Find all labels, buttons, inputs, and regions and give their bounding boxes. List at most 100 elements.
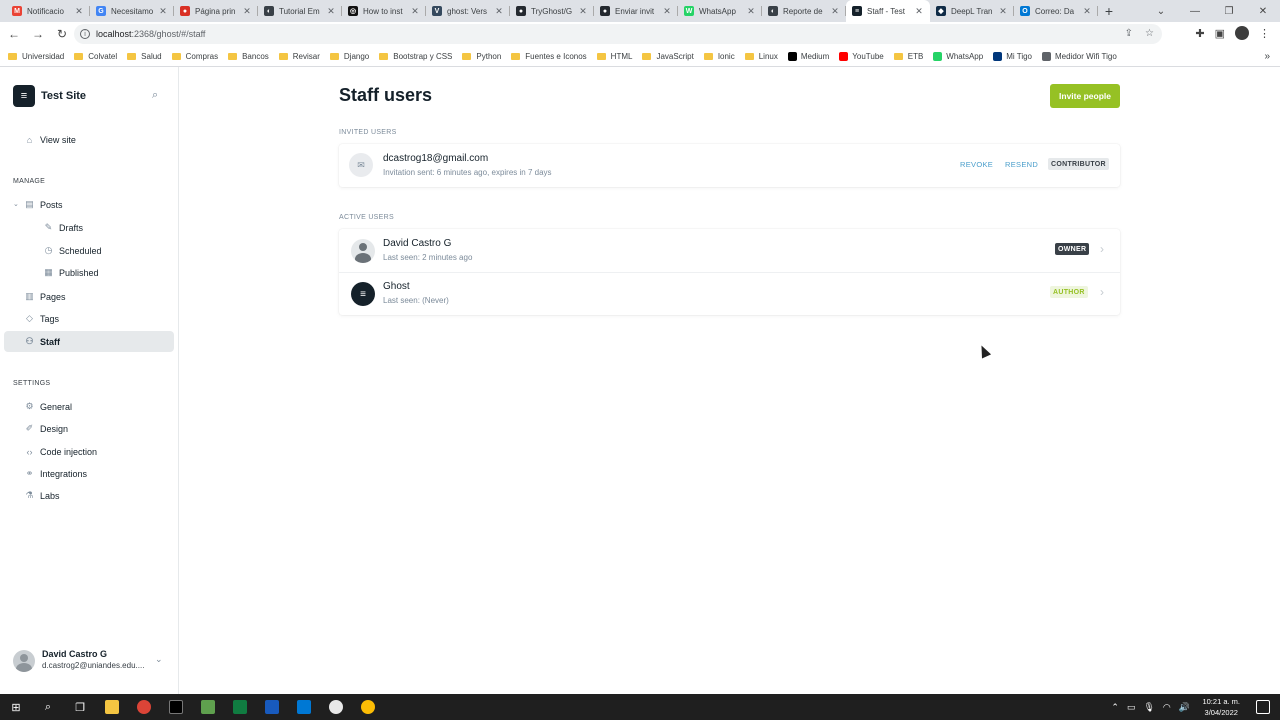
profile-avatar[interactable] [1235,26,1249,40]
back-icon[interactable]: ← [4,24,24,44]
revoke-button[interactable]: REVOKE [960,160,993,169]
close-icon[interactable]: ✕ [494,6,504,17]
sidebar-item-view-site[interactable]: ⌂ View site [4,129,174,150]
bookmark-item[interactable]: Mi Tigo [993,51,1032,61]
bookmark-item[interactable]: Colvatel [74,52,117,61]
nodejs-icon[interactable] [192,694,224,720]
new-tab-button[interactable]: + [1098,0,1120,22]
app-icon[interactable] [320,694,352,720]
bookmarks-overflow-icon[interactable]: » [1264,51,1270,62]
bookmark-item[interactable]: Universidad [8,52,64,61]
bookmark-item[interactable]: Fuentes e Iconos [511,52,587,61]
ghost-logo-icon[interactable]: ≡ [13,85,35,107]
terminal-icon[interactable] [160,694,192,720]
close-icon[interactable]: ✕ [410,6,420,17]
sidebar-item-pages[interactable]: ▥ Pages [4,286,174,307]
bookmark-item[interactable]: ETB [893,52,923,61]
browser-tab[interactable]: ◆ DeepL Tran ✕ [930,0,1014,22]
close-icon[interactable]: ✕ [830,6,840,17]
address-bar[interactable]: i localhost:2368/ghost/#/staff ⇪ ☆ [74,24,1162,44]
excel-icon[interactable] [224,694,256,720]
extensions-icon[interactable]: ✚ [1195,27,1204,40]
microphone-icon[interactable]: 🎙 [1143,702,1154,713]
bookmark-item[interactable]: WhatsApp [933,51,983,61]
browser-tab[interactable]: O Correo: Da ✕ [1014,0,1098,22]
browser-tab[interactable]: W WhatsApp ✕ [678,0,762,22]
word-icon[interactable] [256,694,288,720]
bookmark-item[interactable]: Medidor Wifi Tigo [1042,51,1117,61]
browser-tab[interactable]: ● Página prin ✕ [174,0,258,22]
sidebar-item-integrations[interactable]: ⚭ Integrations [4,463,174,484]
sidebar-item-published[interactable]: ▦ Published [4,262,174,283]
sidebar-item-labs[interactable]: ⚗ Labs [4,485,174,506]
tab-search-icon[interactable]: ⌄ [1144,0,1178,22]
site-info-icon[interactable]: i [80,29,90,39]
forward-icon[interactable]: → [28,24,48,44]
battery-icon[interactable]: ▭ [1127,702,1136,713]
bookmark-item[interactable]: Linux [744,52,778,61]
close-icon[interactable]: ✕ [914,6,924,17]
bookmark-item[interactable]: JavaScript [642,52,694,61]
windows-start-icon[interactable]: ⊞ [0,694,32,720]
chrome-icon[interactable] [128,694,160,720]
sidebar-item-tags[interactable]: ◇ Tags [4,308,174,329]
clock[interactable]: 10:21 a. m. 3/04/2022 [1202,696,1240,718]
browser-tab[interactable]: ● TryGhost/G ✕ [510,0,594,22]
close-icon[interactable]: ✕ [74,6,84,17]
restore-icon[interactable]: ❐ [1212,0,1246,22]
bookmark-item[interactable]: Revisar [278,52,320,61]
bookmark-item[interactable]: Bootstrap y CSS [379,52,452,61]
close-icon[interactable]: ✕ [1246,0,1280,22]
bookmark-item[interactable]: Django [329,52,369,61]
side-panel-icon[interactable]: ▣ [1215,27,1225,40]
close-icon[interactable]: ✕ [998,6,1008,17]
chevron-up-icon[interactable]: ⌃ [1111,702,1119,713]
close-icon[interactable]: ✕ [326,6,336,17]
chrome-icon[interactable] [352,694,384,720]
close-icon[interactable]: ✕ [662,6,672,17]
user-menu[interactable]: David Castro G d.castrog2@uniandes.edu..… [13,646,168,676]
bookmark-star-icon[interactable]: ☆ [1145,28,1154,39]
resend-button[interactable]: RESEND [1005,160,1038,169]
close-icon[interactable]: ✕ [1082,6,1092,17]
reload-icon[interactable]: ↻ [52,24,72,44]
sidebar-item-code-injection[interactable]: ‹› Code injection [4,441,174,462]
bookmark-item[interactable]: HTML [596,52,632,61]
sidebar-item-drafts[interactable]: ✎ Drafts [4,217,174,238]
task-view-icon[interactable]: ❐ [64,694,96,720]
site-name[interactable]: Test Site [41,90,86,102]
browser-tab[interactable]: ◎ How to inst ✕ [342,0,426,22]
menu-icon[interactable]: ⋮ [1259,27,1270,40]
close-icon[interactable]: ✕ [746,6,756,17]
bookmark-item[interactable]: Medium [787,51,829,61]
chevron-down-icon[interactable]: ⌄ [155,654,163,665]
browser-tab[interactable]: G Necesitamo ✕ [90,0,174,22]
browser-tab[interactable]: ● Enviar invit ✕ [594,0,678,22]
vscode-icon[interactable] [288,694,320,720]
bookmark-item[interactable]: Ionic [703,52,735,61]
notifications-icon[interactable] [1256,700,1270,714]
close-icon[interactable]: ✕ [158,6,168,17]
table-row[interactable]: David Castro G Last seen: 2 minutes ago … [339,229,1120,273]
share-icon[interactable]: ⇪ [1125,28,1133,39]
close-icon[interactable]: ✕ [578,6,588,17]
bookmark-item[interactable]: Bancos [228,52,269,61]
browser-tab[interactable]: M Notificacio ✕ [6,0,90,22]
browser-tab[interactable]: ◐ Tutorial Em ✕ [258,0,342,22]
bookmark-item[interactable]: YouTube [839,51,884,61]
sidebar-item-design[interactable]: ✐ Design [4,418,174,439]
speaker-icon[interactable]: 🔊 [1179,702,1190,713]
bookmark-item[interactable]: Salud [127,52,162,61]
search-icon[interactable]: ⌕ [152,89,158,102]
sidebar-item-posts[interactable]: ▤ Posts [4,194,174,215]
sidebar-item-staff[interactable]: ⚇ Staff [4,331,174,352]
invite-people-button[interactable]: Invite people [1050,84,1120,108]
file-explorer-icon[interactable] [96,694,128,720]
table-row[interactable]: ≡ Ghost Last seen: (Never) AUTHOR › [339,273,1120,315]
search-icon[interactable]: ⌕ [32,694,64,720]
minimize-icon[interactable]: — [1178,0,1212,22]
close-icon[interactable]: ✕ [242,6,252,17]
browser-tab[interactable]: ◐ Reporte de ✕ [762,0,846,22]
browser-tab[interactable]: Vghost: Vers ✕ [426,0,510,22]
sidebar-item-general[interactable]: ⚙ General [4,396,174,417]
